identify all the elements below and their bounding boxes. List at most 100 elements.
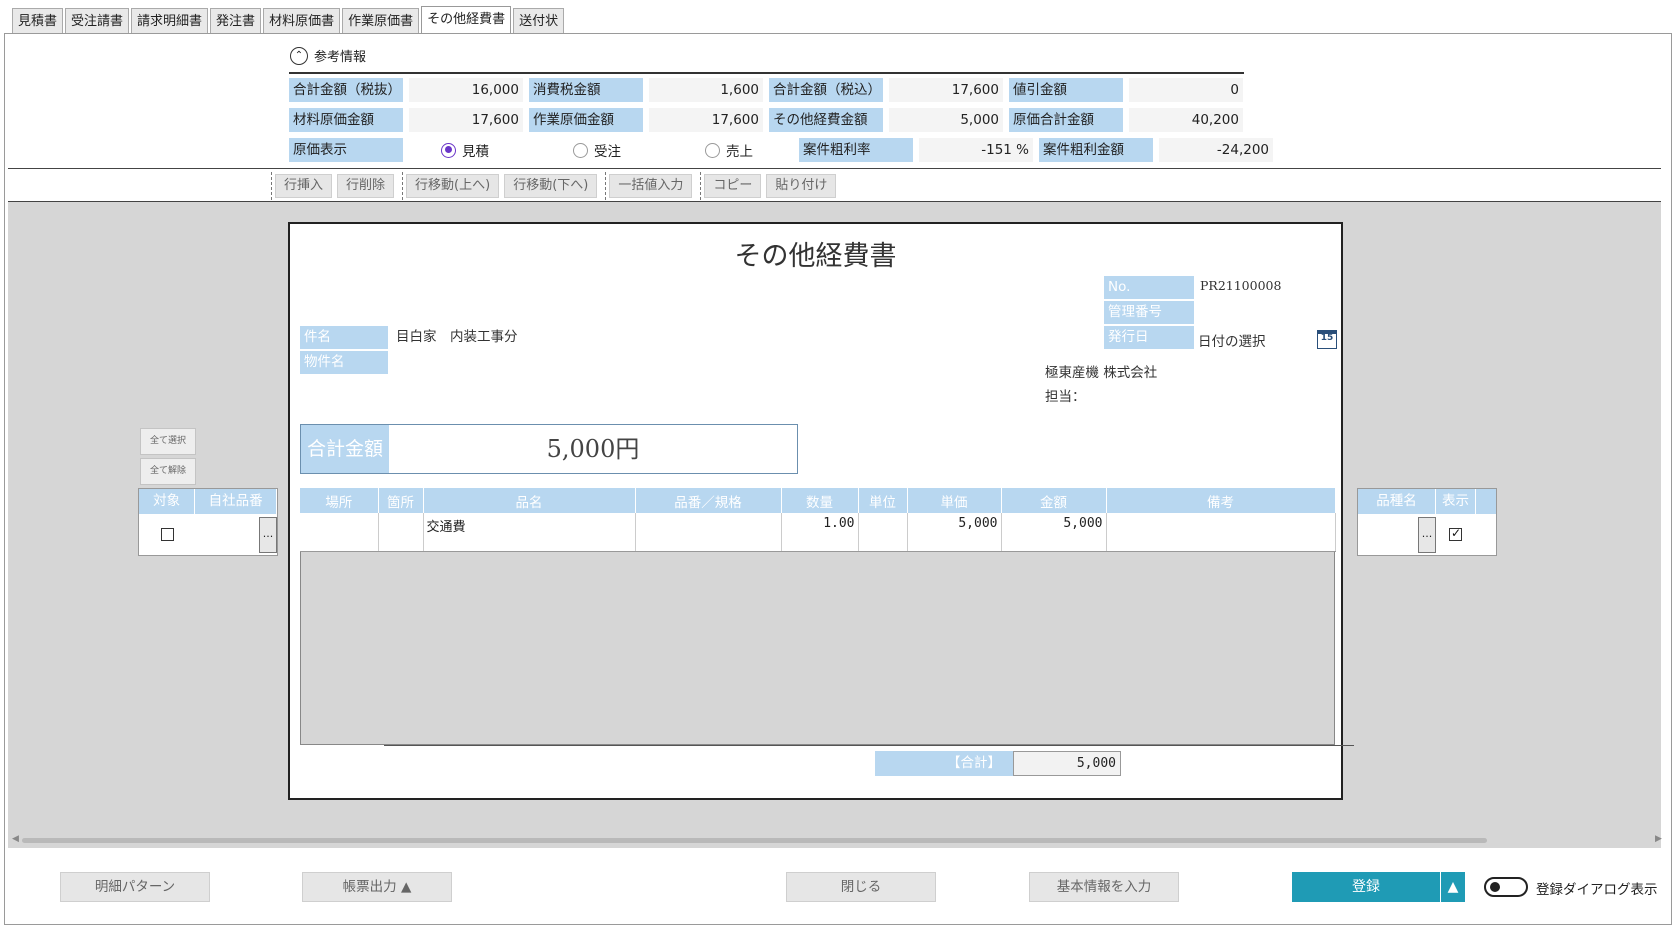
delete-row-button[interactable]: 行削除: [337, 174, 395, 198]
radio-sales-option[interactable]: 売上: [673, 138, 793, 162]
work-cost-label: 作業原価金額: [529, 108, 643, 132]
right-side-header: 品種名 表示: [1358, 489, 1496, 514]
move-row-up-button[interactable]: 行移動(上へ): [406, 174, 500, 198]
property-name-label: 物件名: [300, 351, 388, 374]
left-side-table: 対象 自社品番 ...: [138, 488, 278, 556]
cell-unit-price[interactable]: 5,000: [907, 513, 1002, 552]
scroll-left-icon[interactable]: ◀: [12, 834, 19, 844]
calendar-icon[interactable]: 15: [1317, 330, 1337, 349]
select-all-button[interactable]: 全て選択: [140, 428, 196, 455]
document-title: その他経費書: [734, 241, 897, 272]
issue-date-label: 発行日: [1104, 326, 1194, 349]
margin-amount-value: -24,200: [1159, 138, 1273, 162]
sum-label: 【合計】: [875, 751, 1013, 776]
sum-value: 5,000: [1013, 751, 1121, 776]
cell-unit[interactable]: [858, 513, 908, 552]
radio-sales[interactable]: [705, 142, 720, 158]
discount-value: 0: [1129, 78, 1243, 102]
horizontal-scrollbar[interactable]: [22, 838, 1487, 843]
target-column-header: 対象: [139, 489, 196, 514]
tab-bar: 見積書 受注請書 請求明細書 発注書 材料原価書 作業原価書 その他経費書 送付…: [12, 6, 566, 34]
register-menu-button[interactable]: ▲: [1441, 872, 1465, 902]
radio-estimate-label: 見積: [462, 144, 489, 160]
cost-total-label: 原価合計金額: [1009, 108, 1123, 132]
copy-button[interactable]: コピー: [704, 174, 762, 198]
total-incl-value: 17,600: [889, 78, 1003, 102]
cell-spot[interactable]: [378, 513, 424, 552]
material-cost-label: 材料原価金額: [289, 108, 403, 132]
radio-order-option[interactable]: 受注: [541, 138, 661, 162]
radio-sales-label: 売上: [726, 144, 753, 160]
issue-date-input[interactable]: 日付の選択: [1198, 331, 1266, 354]
ref-row-2: 材料原価金額 17,600 作業原価金額 17,600 その他経費金額 5,00…: [289, 108, 1279, 135]
margin-rate-label: 案件粗利率: [799, 138, 913, 162]
tax-value: 1,600: [649, 78, 763, 102]
cell-amount[interactable]: 5,000: [1001, 513, 1107, 552]
scroll-right-icon[interactable]: ▶: [1655, 834, 1662, 844]
cell-location[interactable]: [300, 513, 379, 552]
cost-display-label: 原価表示: [289, 138, 403, 162]
deselect-all-button[interactable]: 全て解除: [140, 458, 196, 485]
cell-quantity[interactable]: 1.00: [781, 513, 859, 552]
other-expense-label: その他経費金額: [769, 108, 883, 132]
col-unit-price: 単価: [907, 488, 1002, 513]
subject-value[interactable]: 目白家 内装工事分: [396, 326, 518, 349]
basic-info-button[interactable]: 基本情報を入力: [1029, 872, 1179, 902]
reference-info-grid: 合計金額（税抜） 16,000 消費税金額 1,600 合計金額（税込） 17,…: [289, 78, 1279, 168]
col-amount: 金額: [1001, 488, 1107, 513]
tab-work-cost[interactable]: 作業原価書: [342, 8, 420, 34]
register-dialog-toggle[interactable]: [1484, 877, 1528, 897]
category-column-header: 品種名: [1358, 489, 1436, 514]
staff-label: 担当：: [1045, 389, 1086, 405]
detail-pattern-button[interactable]: 明細パターン: [60, 872, 210, 902]
reference-info-toggle[interactable]: ⌃ 参考情報: [290, 46, 366, 65]
tab-invoice-detail[interactable]: 請求明細書: [131, 8, 209, 34]
paste-button[interactable]: 貼り付け: [766, 174, 837, 198]
own-part-number-picker-button[interactable]: ...: [259, 517, 277, 553]
table-empty-area: [300, 552, 1335, 745]
bulk-input-button[interactable]: 一括値入力: [609, 174, 693, 198]
work-cost-value: 17,600: [649, 108, 763, 132]
tab-material-cost[interactable]: 材料原価書: [263, 8, 341, 34]
row-target-checkbox[interactable]: [161, 528, 174, 541]
radio-order[interactable]: [573, 142, 588, 158]
ref-row-1: 合計金額（税抜） 16,000 消費税金額 1,600 合計金額（税込） 17,…: [289, 78, 1279, 105]
management-number-label: 管理番号: [1104, 301, 1194, 324]
category-picker-button[interactable]: ...: [1418, 517, 1436, 553]
doc-no-label: No.: [1104, 276, 1194, 299]
cell-part-spec[interactable]: [635, 513, 782, 552]
collapse-up-icon[interactable]: ⌃: [290, 46, 308, 65]
toolbar-separator: [402, 172, 404, 200]
tab-other-expense[interactable]: その他経費書: [421, 6, 512, 34]
expense-document: その他経費書 No. PR21100008 管理番号 発行日 日付の選択 15 …: [288, 222, 1354, 800]
margin-amount-label: 案件粗利金額: [1039, 138, 1153, 162]
subtotal-value: 16,000: [409, 78, 523, 102]
report-output-button[interactable]: 帳票出力 ▲: [302, 872, 452, 902]
tab-order-acceptance[interactable]: 受注請書: [65, 8, 130, 34]
table-row[interactable]: 交通費 1.00 5,000 5,000: [300, 513, 1336, 552]
discount-label: 値引金額: [1009, 78, 1123, 102]
radio-estimate-option[interactable]: 見積: [409, 138, 529, 162]
left-side-header: 対象 自社品番: [139, 489, 277, 514]
tab-cover-letter[interactable]: 送付状: [513, 8, 565, 34]
other-expense-value: 5,000: [889, 108, 1003, 132]
move-row-down-button[interactable]: 行移動(下へ): [504, 174, 598, 198]
col-part-spec: 品番／規格: [635, 488, 782, 513]
tab-purchase-order[interactable]: 発注書: [210, 8, 262, 34]
cell-remarks[interactable]: [1106, 513, 1336, 552]
own-part-number-column-header: 自社品番: [195, 489, 277, 514]
row-display-checkbox[interactable]: [1449, 526, 1462, 541]
col-location: 場所: [300, 488, 379, 513]
toolbar-separator: [605, 172, 607, 200]
radio-estimate[interactable]: [441, 142, 456, 158]
right-side-table: 品種名 表示 ...: [1357, 488, 1497, 556]
company-name: 極東産機 株式会社: [1045, 365, 1158, 381]
sum-rule: [384, 745, 1354, 746]
register-button[interactable]: 登録: [1292, 872, 1440, 902]
insert-row-button[interactable]: 行挿入: [275, 174, 333, 198]
tax-label: 消費税金額: [529, 78, 643, 102]
close-button[interactable]: 閉じる: [786, 872, 936, 902]
tab-estimate[interactable]: 見積書: [12, 8, 64, 34]
cell-item-name[interactable]: 交通費: [423, 513, 636, 552]
ref-row-3: 原価表示 見積 受注 売上 案件粗利率 -151 % 案件粗利金額 -24,20…: [289, 138, 1279, 165]
